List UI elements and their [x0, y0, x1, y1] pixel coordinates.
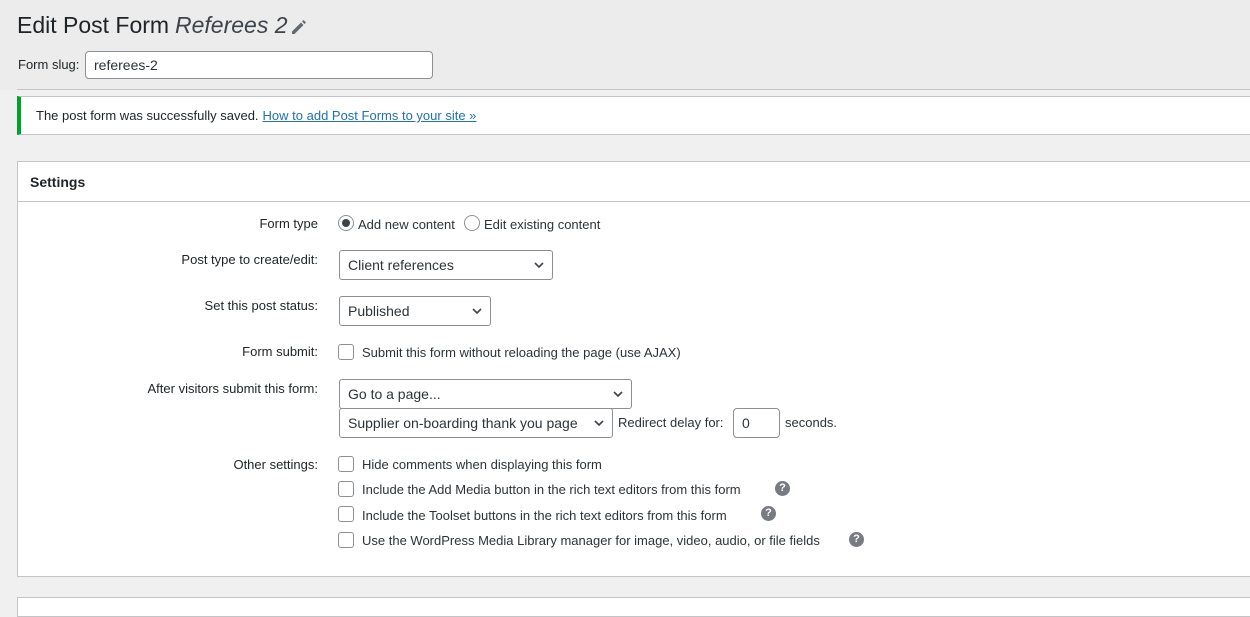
notice-text: The post form was successfully saved. How… — [36, 108, 476, 123]
after-submit-label: After visitors submit this form: — [147, 381, 318, 396]
form-type-edit-label[interactable]: Edit existing content — [484, 217, 600, 232]
page-title: Edit Post Form — [17, 12, 170, 38]
redirect-page-select[interactable]: Supplier on-boarding thank you page — [339, 408, 613, 438]
chevron-down-icon — [613, 391, 623, 398]
post-type-value: Client references — [348, 257, 454, 273]
other-settings-label: Other settings: — [233, 457, 318, 472]
ajax-submit-checkbox[interactable] — [338, 344, 354, 360]
after-submit-action-value: Go to a page... — [348, 386, 441, 402]
media-library-text[interactable]: Use the WordPress Media Library manager … — [362, 533, 820, 548]
redirect-page-value: Supplier on-boarding thank you page — [348, 415, 578, 431]
post-type-select[interactable]: Client references — [339, 250, 553, 280]
toolset-buttons-text[interactable]: Include the Toolset buttons in the rich … — [362, 508, 727, 523]
slug-input[interactable] — [85, 51, 433, 79]
ajax-submit-text[interactable]: Submit this form without reloading the p… — [362, 345, 681, 360]
header-divider — [17, 89, 1250, 90]
settings-header: Settings — [18, 162, 1250, 202]
form-type-label: Form type — [259, 216, 318, 231]
chevron-down-icon — [472, 308, 482, 315]
help-icon[interactable]: ? — [775, 481, 790, 496]
help-icon[interactable]: ? — [761, 506, 776, 521]
form-name: Referees 2 — [175, 12, 288, 38]
form-type-edit-radio[interactable] — [464, 215, 480, 231]
add-media-checkbox[interactable] — [338, 481, 354, 497]
hide-comments-checkbox[interactable] — [338, 456, 354, 472]
next-panel — [17, 597, 1250, 617]
post-type-label: Post type to create/edit: — [181, 252, 318, 267]
hide-comments-text[interactable]: Hide comments when displaying this form — [362, 457, 602, 472]
chevron-down-icon — [534, 262, 544, 269]
post-status-select[interactable]: Published — [339, 296, 491, 326]
media-library-checkbox[interactable] — [338, 532, 354, 548]
toolset-buttons-checkbox[interactable] — [338, 506, 354, 522]
slug-label: Form slug: — [18, 57, 80, 72]
post-status-label: Set this post status: — [204, 298, 318, 313]
redirect-delay-label: Redirect delay for: — [618, 415, 724, 430]
pencil-icon[interactable] — [289, 17, 309, 37]
chevron-down-icon — [594, 420, 604, 427]
form-type-add-label[interactable]: Add new content — [358, 217, 455, 232]
add-media-text[interactable]: Include the Add Media button in the rich… — [362, 482, 741, 497]
help-icon[interactable]: ? — [849, 532, 864, 547]
after-submit-action-select[interactable]: Go to a page... — [339, 379, 632, 409]
settings-title: Settings — [30, 174, 86, 190]
form-submit-label: Form submit: — [242, 344, 318, 359]
post-status-value: Published — [348, 303, 410, 319]
notice-help-link[interactable]: How to add Post Forms to your site » — [263, 108, 477, 123]
notice-message: The post form was successfully saved. — [36, 108, 259, 123]
redirect-delay-input[interactable] — [733, 408, 780, 438]
redirect-delay-unit: seconds. — [785, 415, 838, 430]
success-notice: The post form was successfully saved. How… — [17, 96, 1250, 135]
form-type-add-radio[interactable] — [338, 215, 354, 231]
